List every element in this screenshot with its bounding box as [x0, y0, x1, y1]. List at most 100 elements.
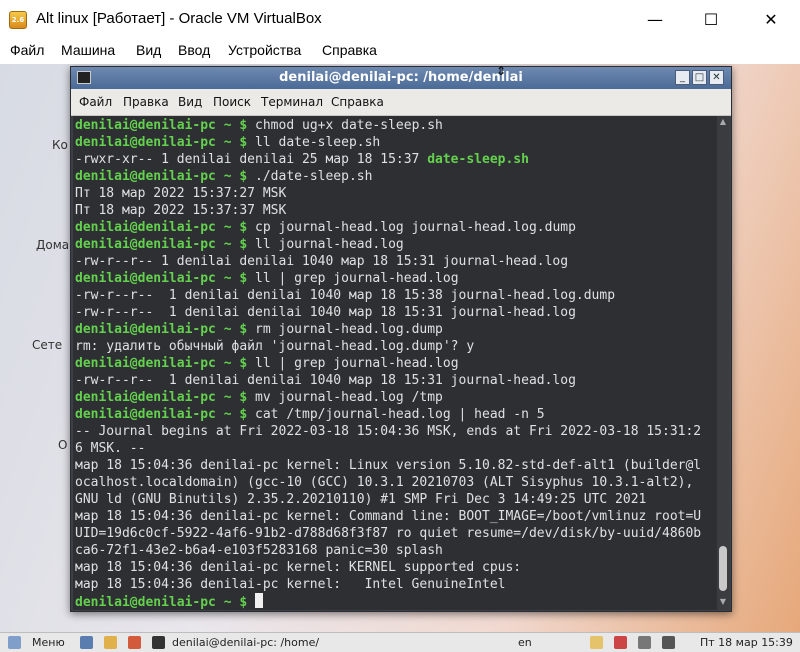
guest-desktop: Ко Дома Сете О denilai@denilai-pc: /home… — [0, 64, 800, 632]
terminal-line: denilai@denilai-pc ~ $ rm journal-head.l… — [75, 321, 701, 338]
terminal-line: denilai@denilai-pc ~ $ mv journal-head.l… — [75, 389, 701, 406]
host-menubar: Файл Машина Вид Ввод Устройства Справка — [0, 38, 800, 64]
scroll-down-arrow-icon[interactable]: ▼ — [719, 598, 727, 606]
prompt-user: denilai@denilai-pc — [75, 237, 216, 252]
network-icon[interactable] — [638, 636, 651, 649]
terminal-line: GNU ld (GNU Binutils) 2.35.2.20210110) #… — [75, 491, 701, 508]
command-text: mv journal-head.log /tmp — [255, 390, 443, 405]
output-text: ca6-72f1-43e2-b6a4-e103f5283168 panic=30… — [75, 543, 443, 558]
prompt-dir: ~ $ — [215, 322, 256, 337]
terminal-menu-view[interactable]: Вид — [178, 95, 202, 109]
prompt-user: denilai@denilai-pc — [75, 356, 216, 371]
terminal-close-button[interactable]: ✕ — [709, 70, 724, 85]
prompt-dir: ~ $ — [215, 169, 256, 184]
host-menu-devices[interactable]: Устройства — [228, 42, 301, 58]
terminal-maximize-button[interactable]: □ — [692, 70, 707, 85]
desktop-icon-label[interactable]: О — [58, 438, 67, 452]
terminal-line: -- Journal begins at Fri 2022-03-18 15:0… — [75, 423, 701, 440]
terminal-line: -rw-r--r-- 1 denilai denilai 1040 мар 18… — [75, 304, 701, 321]
output-text: мар 18 15:04:36 denilai-pc kernel: KERNE… — [75, 560, 522, 575]
host-menu-input[interactable]: Ввод — [178, 42, 210, 58]
command-text: ll journal-head.log — [255, 237, 404, 252]
minimize-button[interactable]: — — [632, 4, 678, 34]
show-desktop-icon[interactable] — [80, 636, 93, 649]
terminal-line: ocalhost.localdomain) (gcc-10 (GCC) 10.3… — [75, 474, 701, 491]
maximize-button[interactable]: ☐ — [688, 4, 734, 34]
close-button[interactable]: ✕ — [748, 4, 794, 34]
command-text: cp journal-head.log journal-head.log.dum… — [255, 220, 576, 235]
command-text: rm journal-head.log.dump — [255, 322, 443, 337]
scroll-up-arrow-icon[interactable]: ▲ — [719, 118, 727, 126]
prompt-user: denilai@denilai-pc — [75, 322, 216, 337]
start-menu-button[interactable]: Меню — [32, 636, 65, 649]
prompt-dir: ~ $ — [215, 356, 256, 371]
resize-cursor-icon: ⇕ — [496, 64, 507, 78]
executable-filename: date-sleep.sh — [427, 152, 529, 167]
command-text: ./date-sleep.sh — [255, 169, 373, 184]
desktop-icon-label[interactable]: Сете — [32, 338, 62, 352]
output-text: -rwxr-xr-- 1 denilai denilai 25 мар 18 1… — [75, 152, 428, 167]
terminal-task-icon[interactable] — [152, 636, 165, 649]
terminal-menu-edit[interactable]: Правка — [123, 95, 169, 109]
virtualbox-app-icon: 2.6 — [9, 11, 27, 29]
clock[interactable]: Пт 18 мар 15:39 — [700, 636, 793, 649]
output-text: мар 18 15:04:36 denilai-pc kernel: Comma… — [75, 509, 702, 524]
host-titlebar: 2.6 Alt linux [Работает] - Oracle VM Vir… — [0, 0, 800, 38]
terminal-line: -rw-r--r-- 1 denilai denilai 1040 мар 18… — [75, 287, 701, 304]
text-cursor — [255, 593, 264, 608]
host-menu-help[interactable]: Справка — [322, 42, 377, 58]
desktop-icon-label[interactable]: Ко — [52, 138, 68, 152]
terminal-window[interactable]: denilai@denilai-pc: /home/denilai _ □ ✕ … — [70, 66, 732, 612]
command-text: ll date-sleep.sh — [255, 135, 381, 150]
terminal-line: Пт 18 мар 2022 15:37:27 MSK — [75, 185, 701, 202]
output-text: -rw-r--r-- 1 denilai denilai 1040 мар 18… — [75, 305, 576, 320]
command-text: ll | grep journal-head.log — [255, 356, 459, 371]
command-text: cat /tmp/journal-head.log | head -n 5 — [255, 407, 545, 422]
file-manager-icon[interactable] — [104, 636, 117, 649]
host-menu-machine[interactable]: Машина — [61, 42, 115, 58]
terminal-line: denilai@denilai-pc ~ $ ll | grep journal… — [75, 355, 701, 372]
taskbar-task-terminal[interactable]: denilai@denilai-pc: /home/ — [172, 636, 319, 649]
terminal-line: 6 MSK. -- — [75, 440, 701, 457]
terminal-menu-terminal[interactable]: Терминал — [261, 95, 323, 109]
terminal-menu-help[interactable]: Справка — [331, 95, 384, 109]
output-text: -rw-r--r-- 1 denilai denilai 1040 мар 18… — [75, 288, 616, 303]
terminal-line: мар 18 15:04:36 denilai-pc kernel: KERNE… — [75, 559, 701, 576]
host-menu-view[interactable]: Вид — [136, 42, 161, 58]
prompt-user: denilai@denilai-pc — [75, 407, 216, 422]
command-text: chmod ug+x date-sleep.sh — [255, 118, 443, 133]
terminal-menubar: Файл Правка Вид Поиск Терминал Справка — [71, 89, 731, 116]
terminal-minimize-button[interactable]: _ — [675, 70, 690, 85]
output-text: 6 MSK. -- — [75, 441, 146, 456]
updates-icon[interactable] — [614, 636, 627, 649]
output-text: Пт 18 мар 2022 15:37:37 MSK — [75, 203, 287, 218]
prompt-user: denilai@denilai-pc — [75, 118, 216, 133]
terminal-line: мар 18 15:04:36 denilai-pc kernel: Intel… — [75, 576, 701, 593]
terminal-titlebar[interactable]: denilai@denilai-pc: /home/denilai _ □ ✕ — [71, 67, 731, 89]
prompt-user: denilai@denilai-pc — [75, 595, 216, 610]
terminal-line: -rwxr-xr-- 1 denilai denilai 25 мар 18 1… — [75, 151, 701, 168]
terminal-line: denilai@denilai-pc ~ $ cat /tmp/journal-… — [75, 406, 701, 423]
clipboard-icon[interactable] — [590, 636, 603, 649]
terminal-line: мар 18 15:04:36 denilai-pc kernel: Linux… — [75, 457, 701, 474]
host-menu-file[interactable]: Файл — [10, 42, 44, 58]
terminal-line: denilai@denilai-pc ~ $ ll journal-head.l… — [75, 236, 701, 253]
desktop-icon-label[interactable]: Дома — [36, 238, 69, 252]
terminal-menu-search[interactable]: Поиск — [213, 95, 251, 109]
terminal-line: -rw-r--r-- 1 denilai denilai 1040 мар 18… — [75, 253, 701, 270]
host-window-title: Alt linux [Работает] - Oracle VM Virtual… — [36, 10, 322, 27]
terminal-scrollbar[interactable]: ▲ ▼ — [717, 116, 729, 610]
terminal-line: UID=19d6c0cf-5922-4af6-91b2-d788d68f3f87… — [75, 525, 701, 542]
prompt-dir: ~ $ — [215, 118, 256, 133]
keyboard-layout-indicator[interactable]: en — [518, 636, 532, 649]
scrollbar-thumb[interactable] — [719, 546, 727, 591]
terminal-menu-file[interactable]: Файл — [79, 95, 112, 109]
terminal-screen[interactable]: denilai@denilai-pc ~ $ chmod ug+x date-s… — [73, 116, 717, 610]
browser-icon[interactable] — [128, 636, 141, 649]
output-text: ocalhost.localdomain) (gcc-10 (GCC) 10.3… — [75, 475, 694, 490]
volume-icon[interactable] — [662, 636, 675, 649]
terminal-line: мар 18 15:04:36 denilai-pc kernel: Comma… — [75, 508, 701, 525]
prompt-dir: ~ $ — [215, 407, 256, 422]
prompt-dir: ~ $ — [215, 135, 256, 150]
start-menu-icon[interactable] — [8, 636, 21, 649]
